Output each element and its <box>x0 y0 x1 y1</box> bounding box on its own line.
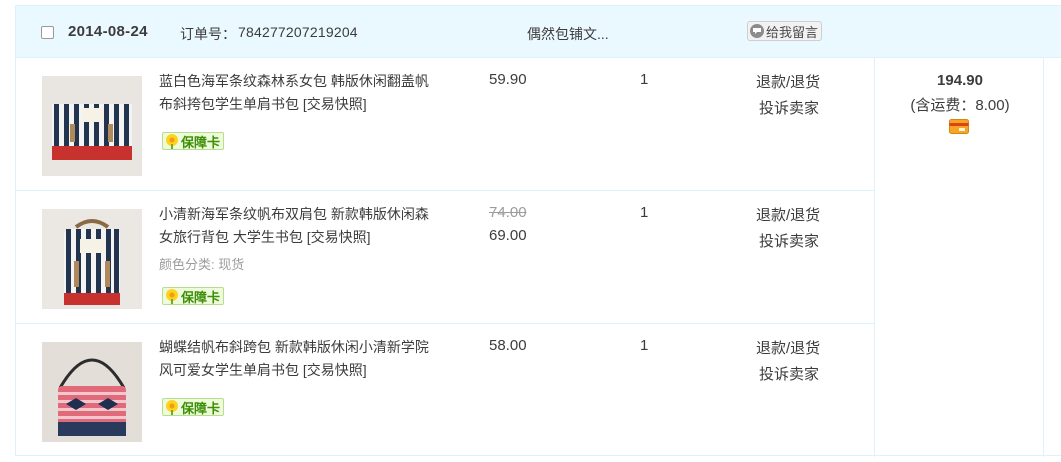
complain-link[interactable]: 投诉卖家 <box>759 97 819 118</box>
order-header: 2014-08-24 订单号： 784277207219204 偶然包铺文...… <box>16 6 1061 58</box>
order-card: 2014-08-24 订单号： 784277207219204 偶然包铺文...… <box>15 5 1061 457</box>
product-title-link[interactable]: 蓝白色海军条纹森林系女包 韩版休闲翻盖帆布斜挎包学生单肩书包 [交易快照] <box>159 70 431 116</box>
order-item: 蓝白色海军条纹森林系女包 韩版休闲翻盖帆布斜挎包学生单肩书包 [交易快照] 保障… <box>16 58 874 191</box>
guarantee-badge[interactable]: 保障卡 <box>162 132 225 150</box>
guarantee-badge-label: 保障卡 <box>181 289 221 305</box>
flower-shield-icon <box>166 400 178 415</box>
guarantee-badge-label: 保障卡 <box>181 400 221 416</box>
original-price: 74.00 <box>489 204 527 221</box>
total-amount: 194.90 <box>937 72 983 89</box>
sku-info: 颜色分类: 现货 <box>159 257 245 272</box>
unit-price: 59.90 <box>489 71 527 88</box>
order-date: 2014-08-24 <box>68 23 148 40</box>
order-number-label: 订单号： <box>180 26 236 42</box>
product-title-link[interactable]: 蝴蝶结帆布斜跨包 新款韩版休闲小清新学院风可爱女学生单肩书包 [交易快照] <box>159 336 431 382</box>
chat-bubble-icon <box>750 24 764 38</box>
unit-price: 69.00 <box>489 227 527 244</box>
guarantee-badge-label: 保障卡 <box>181 134 221 150</box>
refund-link[interactable]: 退款/退货 <box>756 337 820 358</box>
quantity: 1 <box>640 337 649 354</box>
guarantee-badge[interactable]: 保障卡 <box>162 398 225 416</box>
shop-name-link[interactable]: 偶然包铺文... <box>527 24 609 44</box>
flower-shield-icon <box>166 134 178 149</box>
shipping-fee: (含运费：8.00) <box>910 97 1010 114</box>
order-item: 蝴蝶结帆布斜跨包 新款韩版休闲小清新学院风可爱女学生单肩书包 [交易快照] 保障… <box>16 324 874 457</box>
quantity: 1 <box>640 71 649 88</box>
quantity: 1 <box>640 204 649 221</box>
unit-price: 58.00 <box>489 337 527 354</box>
product-image[interactable] <box>42 76 142 176</box>
product-image[interactable] <box>42 342 142 442</box>
product-image[interactable] <box>42 209 142 309</box>
order-items: 蓝白色海军条纹森林系女包 韩版休闲翻盖帆布斜挎包学生单肩书包 [交易快照] 保障… <box>16 58 874 457</box>
complain-link[interactable]: 投诉卖家 <box>759 230 819 251</box>
order-checkbox[interactable] <box>41 26 54 39</box>
refund-link[interactable]: 退款/退货 <box>756 71 820 92</box>
guarantee-badge[interactable]: 保障卡 <box>162 287 225 305</box>
order-item: 小清新海军条纹帆布双肩包 新款韩版休闲森女旅行背包 大学生书包 [交易快照] 颜… <box>16 191 874 324</box>
card-icon[interactable] <box>949 119 969 134</box>
refund-link[interactable]: 退款/退货 <box>756 204 820 225</box>
leave-message-label: 给我留言 <box>766 24 819 40</box>
complain-link[interactable]: 投诉卖家 <box>759 363 819 384</box>
leave-message-button[interactable]: 给我留言 <box>747 21 823 41</box>
flower-shield-icon <box>166 289 178 304</box>
order-number: 784277207219204 <box>238 24 358 40</box>
product-title-link[interactable]: 小清新海军条纹帆布双肩包 新款韩版休闲森女旅行背包 大学生书包 [交易快照] <box>159 203 431 249</box>
order-total-column: 194.90 (含运费：8.00) <box>874 58 1044 457</box>
